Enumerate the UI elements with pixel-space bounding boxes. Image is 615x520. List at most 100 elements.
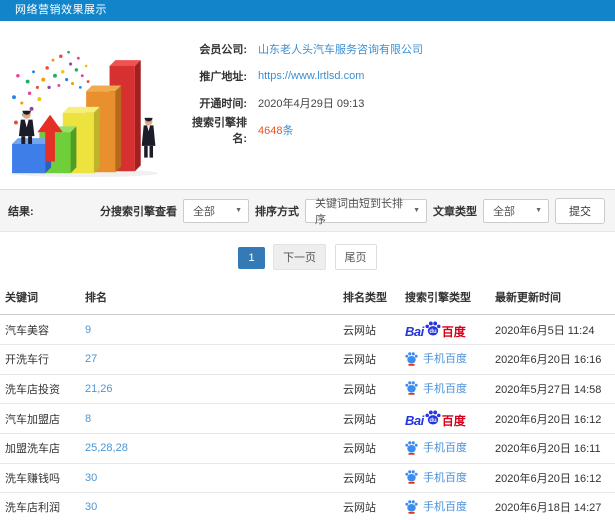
results-table: 关键词 排名 排名类型 搜索引擎类型 最新更新时间 汽车美容 9 云网站 Bai du 百… — [0, 280, 615, 520]
next-page-button[interactable]: 下一页 — [273, 244, 327, 270]
info-row-ranking: 搜索引擎排名: 4648条 — [182, 116, 615, 145]
submit-button[interactable]: 提交 — [555, 197, 605, 224]
keyword-cell: 开洗车行 — [0, 344, 80, 375]
table-row: 汽车美容 9 云网站 Bai du 百度 2020年6月5日 11:24 — [0, 314, 615, 345]
keyword-cell: 洗车店投资 — [0, 374, 80, 404]
last-page-button[interactable]: 尾页 — [334, 244, 377, 270]
rank-cell: 30 — [80, 463, 338, 493]
rank-type-cell: 云网站 — [338, 314, 400, 345]
mobile-baidu-icon: 手机百度 — [405, 350, 467, 366]
engine-cell: 手机百度 — [400, 433, 490, 464]
promo-url-link[interactable]: https://www.lrtlsd.com — [258, 70, 364, 82]
rank-link[interactable]: 9 — [85, 324, 91, 336]
table-row: 洗车赚钱吗 30 云网站 手机百度 2020年6月20日 16:12 — [0, 463, 615, 493]
table-row: 洗车店利润 30 云网站 手机百度 2020年6月18日 14:27 — [0, 492, 615, 520]
results-bar: 结果: 分搜索引擎查看 全部 ▼ 排序方式 关键词由短到长排序 ▼ 文章类型 全… — [0, 189, 615, 232]
baidu-paw-icon: du — [425, 409, 441, 428]
rank-cell: 21,26 — [80, 374, 338, 404]
table-row: 加盟洗车店 25,28,28 云网站 手机百度 2020年6月20日 16:11 — [0, 433, 615, 464]
engine-cell: 手机百度 — [400, 344, 490, 375]
rank-cell: 25,28,28 — [80, 433, 338, 464]
page-title: 网络营销效果展示 — [15, 4, 107, 16]
updated-cell: 2020年6月18日 14:27 — [490, 492, 615, 520]
sort-filter-label: 排序方式 — [255, 205, 299, 218]
company-link[interactable]: 山东老人头汽车服务咨询有限公司 — [258, 41, 423, 57]
keyword-cell: 洗车赚钱吗 — [0, 463, 80, 493]
engine-cell: 手机百度 — [400, 374, 490, 404]
keyword-cell: 汽车美容 — [0, 314, 80, 345]
filter-group: 分搜索引擎查看 全部 ▼ 排序方式 关键词由短到长排序 ▼ 文章类型 全部 ▼ … — [100, 197, 605, 226]
rank-link[interactable]: 30 — [85, 472, 97, 484]
keyword-cell: 洗车店利润 — [0, 492, 80, 520]
updated-cell: 2020年6月20日 16:12 — [490, 403, 615, 434]
updated-cell: 2020年6月20日 16:11 — [490, 433, 615, 464]
rank-type-cell: 云网站 — [338, 463, 400, 493]
keyword-cell: 加盟洗车店 — [0, 433, 80, 464]
baidu-logo: Bai du 百度 — [405, 320, 466, 338]
results-table-head: 关键词 排名 排名类型 搜索引擎类型 最新更新时间 — [0, 280, 615, 315]
engine-filter-label: 分搜索引擎查看 — [100, 205, 177, 218]
rank-type-cell: 云网站 — [338, 374, 400, 404]
table-row: 汽车加盟店 8 云网站 Bai du 百度 2020年6月20日 16:12 — [0, 403, 615, 434]
rank-type-cell: 云网站 — [338, 492, 400, 520]
page-1-button[interactable]: 1 — [238, 247, 265, 269]
table-row: 开洗车行 27 云网站 手机百度 2020年6月20日 16:16 — [0, 344, 615, 375]
baidu-paw-icon: du — [425, 320, 441, 339]
article-type-label: 文章类型 — [433, 205, 477, 218]
mobile-baidu-icon: 手机百度 — [405, 469, 467, 485]
engine-cell: 手机百度 — [400, 492, 490, 520]
article-type-value: 全部 — [493, 205, 515, 218]
chevron-down-icon: ▼ — [535, 207, 542, 214]
updated-cell: 2020年6月5日 11:24 — [490, 314, 615, 345]
header-updated: 最新更新时间 — [490, 280, 615, 315]
info-list: 会员公司: 山东老人头汽车服务咨询有限公司 推广地址: https://www.… — [182, 21, 615, 189]
businessman-right — [141, 117, 156, 158]
chevron-down-icon: ▼ — [235, 207, 242, 214]
header-rank-type: 排名类型 — [338, 280, 400, 315]
growth-chart-illustration — [0, 21, 182, 181]
results-table-body: 汽车美容 9 云网站 Bai du 百度 2020年6月5日 11:24 开洗车行 27 云网站手… — [0, 314, 615, 520]
article-type-select[interactable]: 全部 ▼ — [483, 198, 549, 223]
sort-select[interactable]: 关键词由短到长排序 ▼ — [305, 198, 427, 226]
svg-text:du: du — [429, 329, 437, 335]
rank-link[interactable]: 27 — [85, 353, 97, 365]
engine-select[interactable]: 全部 ▼ — [183, 198, 249, 223]
keyword-cell: 汽车加盟店 — [0, 403, 80, 434]
header-bar: 网络营销效果展示 — [0, 0, 615, 21]
company-label: 会员公司: — [199, 43, 247, 56]
mobile-baidu-icon: 手机百度 — [405, 380, 467, 396]
rank-cell: 30 — [80, 492, 338, 520]
info-section: 会员公司: 山东老人头汽车服务咨询有限公司 推广地址: https://www.… — [0, 21, 615, 189]
pagination: 1 下一页 尾页 — [0, 232, 615, 280]
engine-select-value: 全部 — [193, 205, 215, 218]
info-row-open-time: 开通时间: 2020年4月29日 09:13 — [182, 89, 615, 116]
result-label: 结果: — [8, 206, 34, 218]
rank-link[interactable]: 30 — [85, 501, 97, 513]
open-time-value: 2020年4月29日 09:13 — [258, 97, 365, 110]
engine-cell: Bai du 百度 — [400, 403, 490, 434]
ranking-label: 搜索引擎排名: — [192, 116, 247, 145]
updated-cell: 2020年6月20日 16:16 — [490, 344, 615, 375]
mobile-baidu-icon: 手机百度 — [405, 498, 467, 514]
rank-cell: 9 — [80, 314, 338, 345]
sort-select-value: 关键词由短到长排序 — [315, 197, 403, 226]
header-rank: 排名 — [80, 280, 338, 315]
table-row: 洗车店投资 21,26 云网站 手机百度 2020年5月27日 14:58 — [0, 374, 615, 404]
baidu-logo: Bai du 百度 — [405, 409, 466, 427]
rank-type-cell: 云网站 — [338, 344, 400, 375]
engine-cell: 手机百度 — [400, 463, 490, 493]
rank-link[interactable]: 21,26 — [85, 383, 113, 395]
updated-cell: 2020年5月27日 14:58 — [490, 374, 615, 404]
engine-cell: Bai du 百度 — [400, 314, 490, 345]
updated-cell: 2020年6月20日 16:12 — [490, 463, 615, 493]
page: 网络营销效果展示 会员公司: 山东老人头汽车服务咨询有限公司 推广地址: htt… — [0, 0, 615, 520]
ranking-count: 4648条 — [258, 124, 294, 137]
rank-cell: 27 — [80, 344, 338, 375]
rank-link[interactable]: 25,28,28 — [85, 442, 128, 454]
mobile-baidu-icon: 手机百度 — [405, 439, 467, 455]
rank-type-cell: 云网站 — [338, 433, 400, 464]
info-row-company: 会员公司: 山东老人头汽车服务咨询有限公司 — [182, 35, 615, 62]
header-keyword: 关键词 — [0, 280, 80, 315]
rank-link[interactable]: 8 — [85, 413, 91, 425]
header-engine: 搜索引擎类型 — [400, 280, 490, 315]
